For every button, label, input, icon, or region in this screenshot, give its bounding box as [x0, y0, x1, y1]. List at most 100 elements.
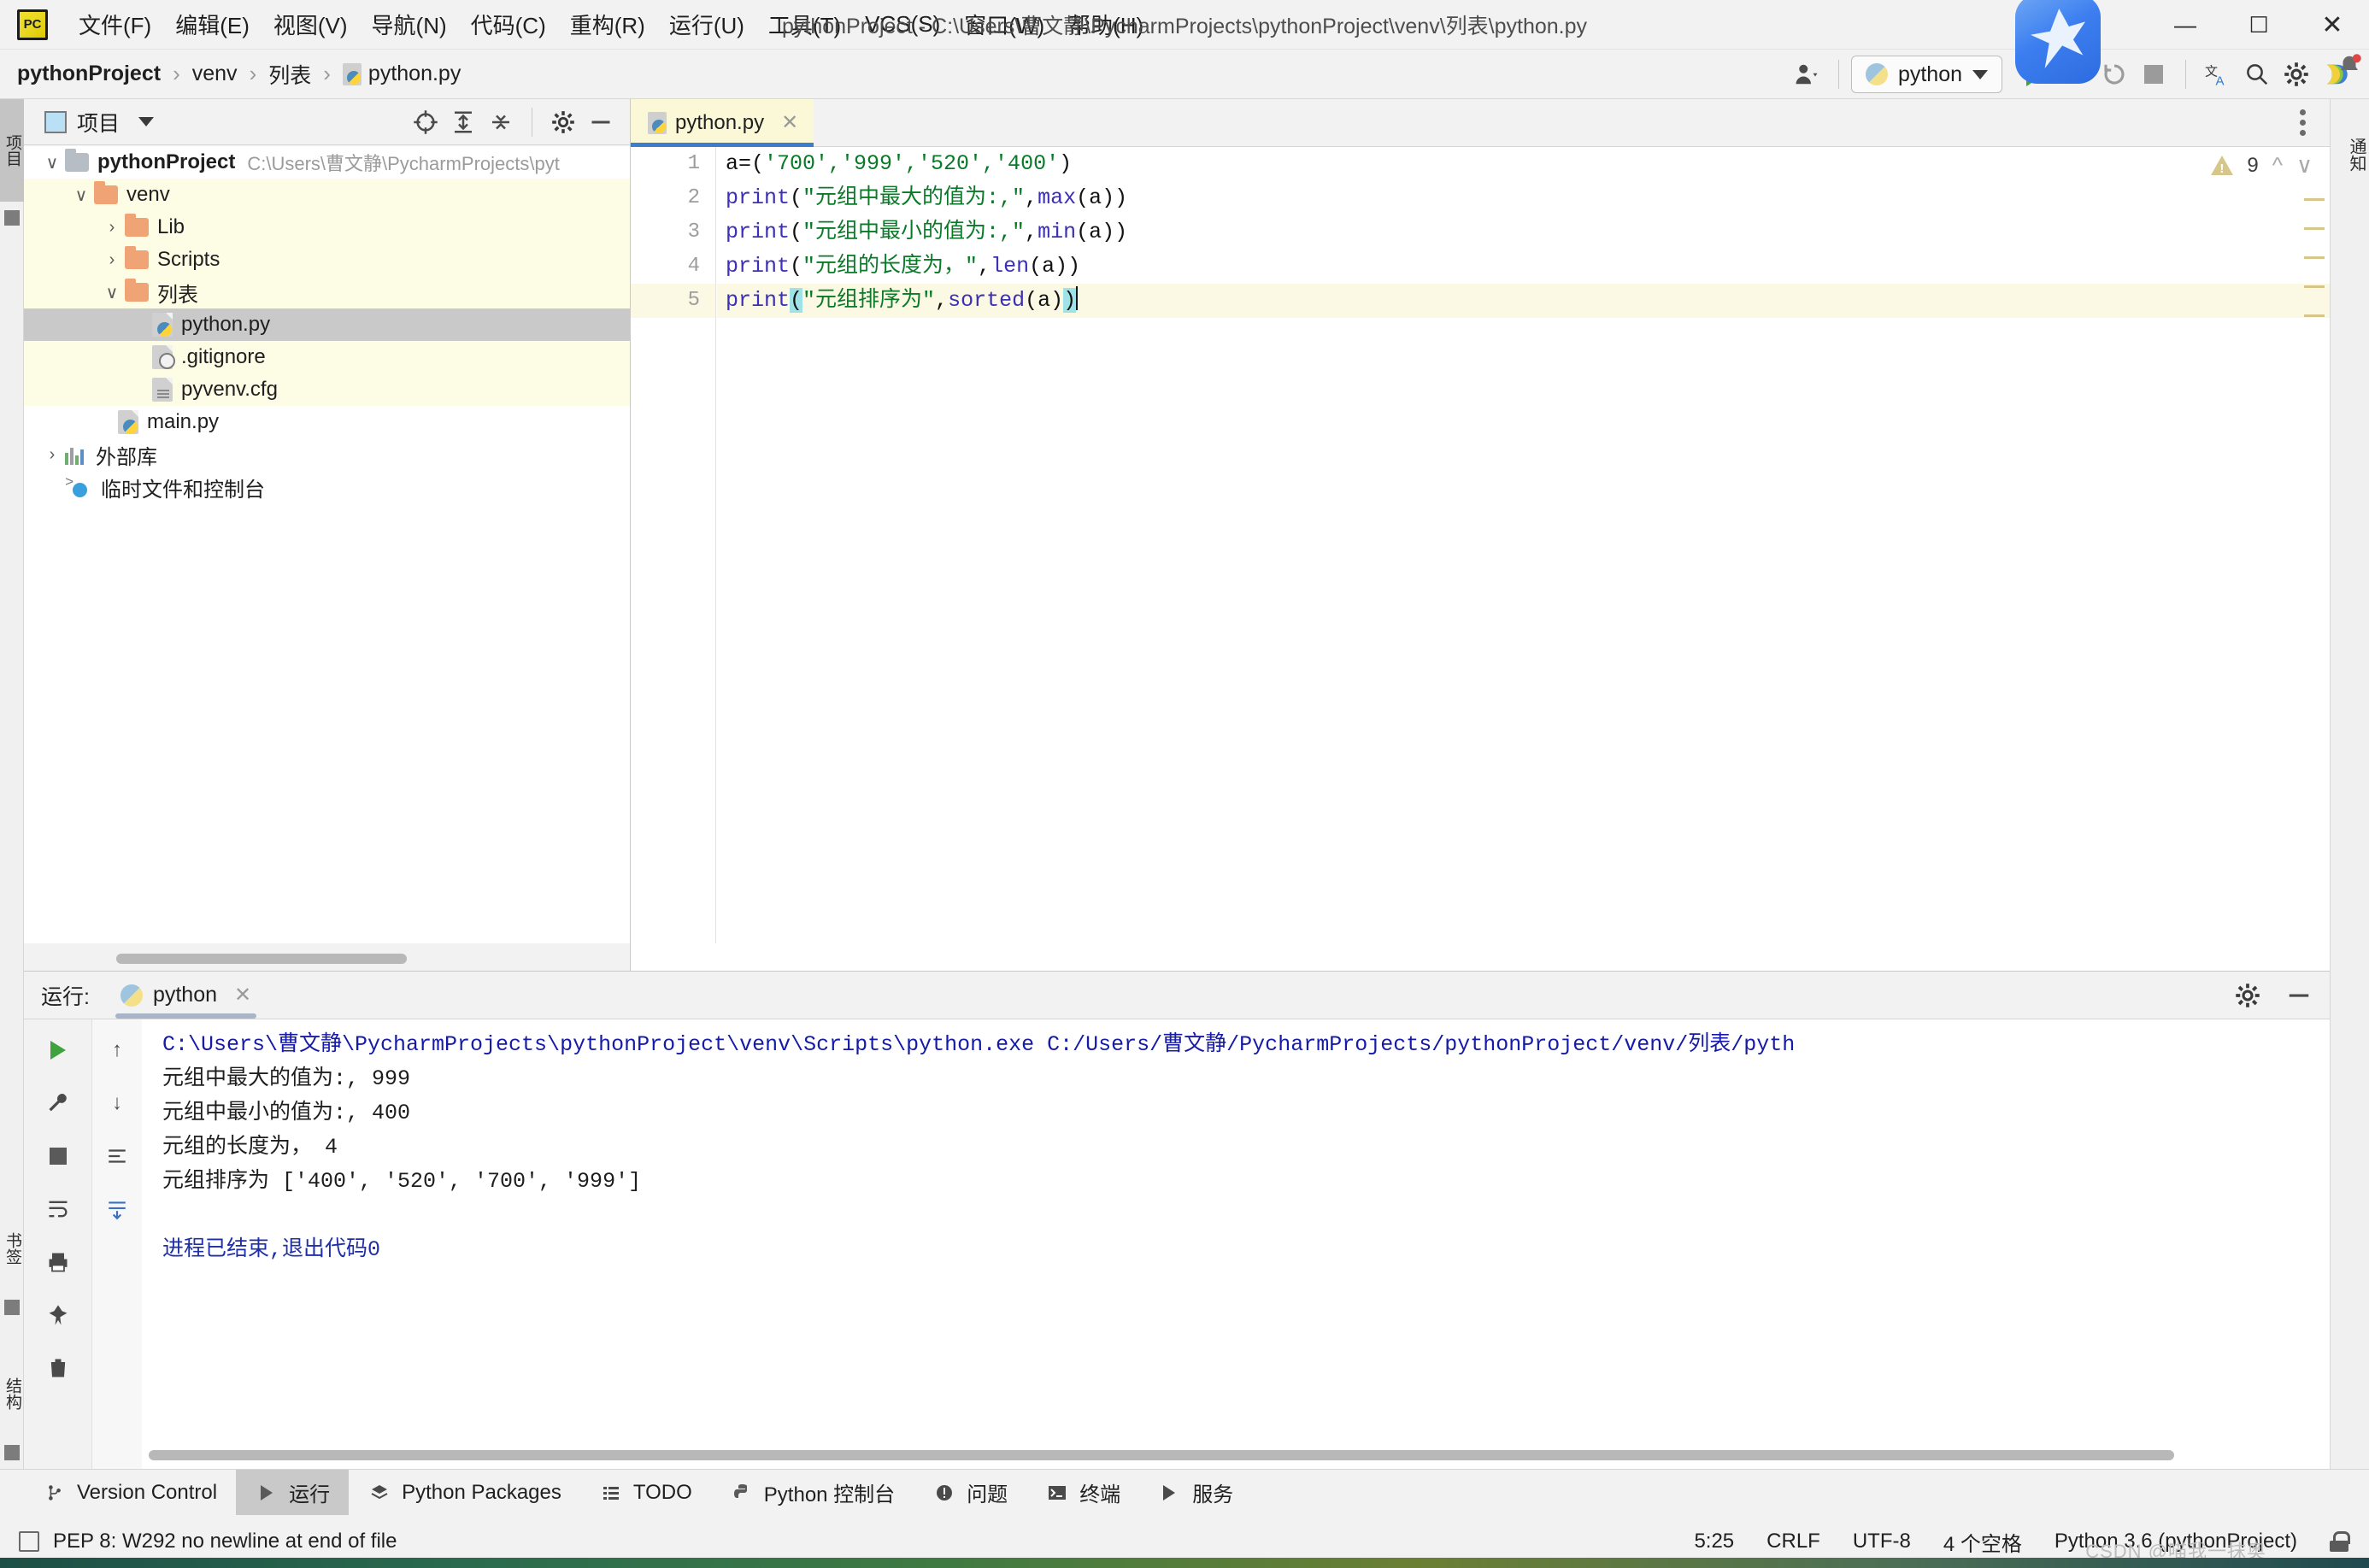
gear-icon[interactable] [2277, 55, 2316, 94]
tree-row[interactable]: main.py [24, 406, 630, 438]
tree-row[interactable]: ∨ pythonProject C:\Users\曹文静\PycharmProj… [24, 146, 630, 179]
tab-run[interactable]: 运行 [236, 1469, 350, 1516]
run-configuration-selector[interactable]: python [1850, 56, 2002, 93]
scrollbar-thumb[interactable] [149, 1450, 2174, 1460]
tree-row[interactable]: ∨ venv [24, 179, 630, 211]
tree-row[interactable]: › Lib [24, 211, 630, 244]
inspection-status[interactable]: 9 ^ ∨ [2211, 152, 2313, 179]
tab-problems[interactable]: 问题 [914, 1470, 1026, 1516]
soft-wrap-button[interactable] [97, 1136, 138, 1177]
collapse-all-icon[interactable] [482, 103, 520, 141]
tab-todo[interactable]: TODO [580, 1470, 711, 1516]
print-button[interactable] [38, 1242, 79, 1283]
tree-row[interactable]: › Scripts [24, 244, 630, 276]
console-hscrollbar[interactable] [142, 1450, 2321, 1462]
console-output[interactable]: C:\Users\曹文静\PycharmProjects\pythonProje… [142, 1019, 2330, 1469]
tree-row[interactable]: 临时文件和控制台 [24, 471, 630, 503]
hide-panel-icon[interactable] [2280, 977, 2318, 1014]
tree-row[interactable]: pyvenv.cfg [24, 373, 630, 406]
menu-run[interactable]: 运行(U) [657, 3, 756, 45]
tab-terminal[interactable]: 终端 [1026, 1470, 1139, 1516]
caret-position[interactable]: 5:25 [1694, 1530, 1734, 1553]
expand-all-icon[interactable] [444, 103, 482, 141]
indent-setting[interactable]: 4 个空格 [1943, 1527, 2022, 1557]
tree-row[interactable]: python.py [24, 308, 630, 341]
sidebar-item-project[interactable]: 项目 [0, 99, 24, 202]
code-line-5[interactable]: print("元组排序为",sorted(a)) [717, 284, 2330, 318]
inspection-toggle-icon[interactable] [19, 1531, 39, 1552]
delete-button[interactable] [38, 1348, 79, 1389]
tab-python-console[interactable]: Python 控制台 [711, 1470, 914, 1516]
sidebar-item-bookmarks[interactable]: 书签 [0, 1201, 24, 1295]
menu-tools[interactable]: 工具(T) [756, 3, 853, 45]
tab-python-packages[interactable]: Python Packages [349, 1470, 580, 1516]
chevron-right-icon[interactable]: › [99, 218, 125, 238]
code-line-4[interactable]: print("元组的长度为，",len(a)) [717, 250, 2330, 284]
chevron-down-icon[interactable]: ∨ [39, 152, 65, 173]
user-account-icon[interactable] [1787, 55, 1826, 94]
breadcrumb-folder[interactable]: 列表 [268, 59, 311, 90]
code-line-1[interactable]: a=('700','999','520','400') [717, 147, 2330, 181]
chevron-down-icon[interactable]: ∨ [68, 185, 94, 206]
tree-row[interactable]: ∨ 列表 [24, 276, 630, 308]
close-button[interactable]: ✕ [2296, 0, 2369, 50]
breadcrumb-venv[interactable]: venv [192, 62, 238, 86]
bird-app-icon[interactable] [2015, 0, 2101, 84]
translate-icon[interactable]: 文A [2198, 55, 2237, 94]
breadcrumb-project[interactable]: pythonProject [17, 62, 161, 86]
tab-version-control[interactable]: Version Control [24, 1470, 236, 1516]
gear-icon[interactable] [544, 103, 582, 141]
lock-icon[interactable] [2330, 1531, 2350, 1552]
chevron-right-icon[interactable]: › [99, 250, 125, 270]
scroll-up-button[interactable]: ↑ [97, 1030, 138, 1071]
wrap-text-button[interactable] [38, 1189, 79, 1230]
chevron-down-icon[interactable]: ∨ [99, 282, 125, 303]
chevron-down-icon[interactable]: ∨ [2296, 152, 2313, 179]
project-tree-hscrollbar[interactable] [24, 954, 630, 966]
run-tab-python[interactable]: python ✕ [115, 972, 257, 1019]
settings-wrench-button[interactable] [38, 1083, 79, 1124]
notifications-bell-icon[interactable] [2337, 53, 2362, 79]
chevron-right-icon[interactable]: › [39, 445, 65, 465]
code-editor[interactable]: 1 2 3 4 5 a=('700','999','520','400') pr… [631, 147, 2330, 943]
rerun-button[interactable] [38, 1030, 79, 1071]
tab-services[interactable]: 服务 [1139, 1470, 1252, 1516]
chevron-up-icon[interactable]: ^ [2272, 152, 2283, 179]
menu-window[interactable]: 窗口(W) [952, 3, 1056, 45]
menu-edit[interactable]: 编辑(E) [163, 3, 262, 45]
code-line-3[interactable]: print("元组中最小的值为:,",min(a)) [717, 215, 2330, 250]
scroll-down-button[interactable]: ↓ [97, 1083, 138, 1124]
menu-help[interactable]: 帮助(H) [1056, 3, 1155, 45]
pin-button[interactable] [38, 1295, 79, 1336]
hide-panel-icon[interactable] [582, 103, 620, 141]
code-line-2[interactable]: print("元组中最大的值为:,",max(a)) [717, 181, 2330, 215]
search-icon[interactable] [2237, 55, 2277, 94]
scrollbar-thumb[interactable] [116, 954, 407, 964]
stop-button[interactable] [2134, 55, 2173, 94]
code-lines[interactable]: a=('700','999','520','400') print("元组中最大… [717, 147, 2330, 943]
close-icon[interactable]: ✕ [781, 110, 798, 135]
tree-row[interactable]: .gitignore [24, 341, 630, 373]
sidebar-item-structure[interactable]: 结构 [0, 1347, 24, 1441]
menu-view[interactable]: 视图(V) [262, 3, 360, 45]
tree-row[interactable]: › 外部库 [24, 438, 630, 471]
breadcrumb-file[interactable]: python.py [342, 62, 461, 86]
menu-refactor[interactable]: 重构(R) [558, 3, 657, 45]
gear-icon[interactable] [2229, 977, 2266, 1014]
menu-code[interactable]: 代码(C) [459, 3, 558, 45]
maximize-button[interactable]: ☐ [2222, 0, 2296, 50]
more-options-icon[interactable] [2284, 109, 2321, 136]
tab-python-py[interactable]: python.py ✕ [631, 99, 814, 147]
scroll-from-source-icon[interactable] [407, 103, 444, 141]
menu-navigate[interactable]: 导航(N) [360, 3, 459, 45]
stop-button[interactable] [38, 1136, 79, 1177]
scroll-to-end-button[interactable] [97, 1189, 138, 1230]
file-encoding[interactable]: UTF-8 [1853, 1530, 1911, 1553]
minimize-button[interactable]: — [2149, 0, 2222, 50]
close-icon[interactable]: ✕ [234, 983, 251, 1007]
line-separator[interactable]: CRLF [1766, 1530, 1820, 1553]
chevron-down-icon[interactable] [138, 117, 155, 126]
sidebar-item-notifications[interactable]: 通知 [2330, 108, 2369, 202]
menu-vcs[interactable]: VCS(S) [853, 6, 952, 43]
menu-file[interactable]: 文件(F) [67, 3, 163, 45]
